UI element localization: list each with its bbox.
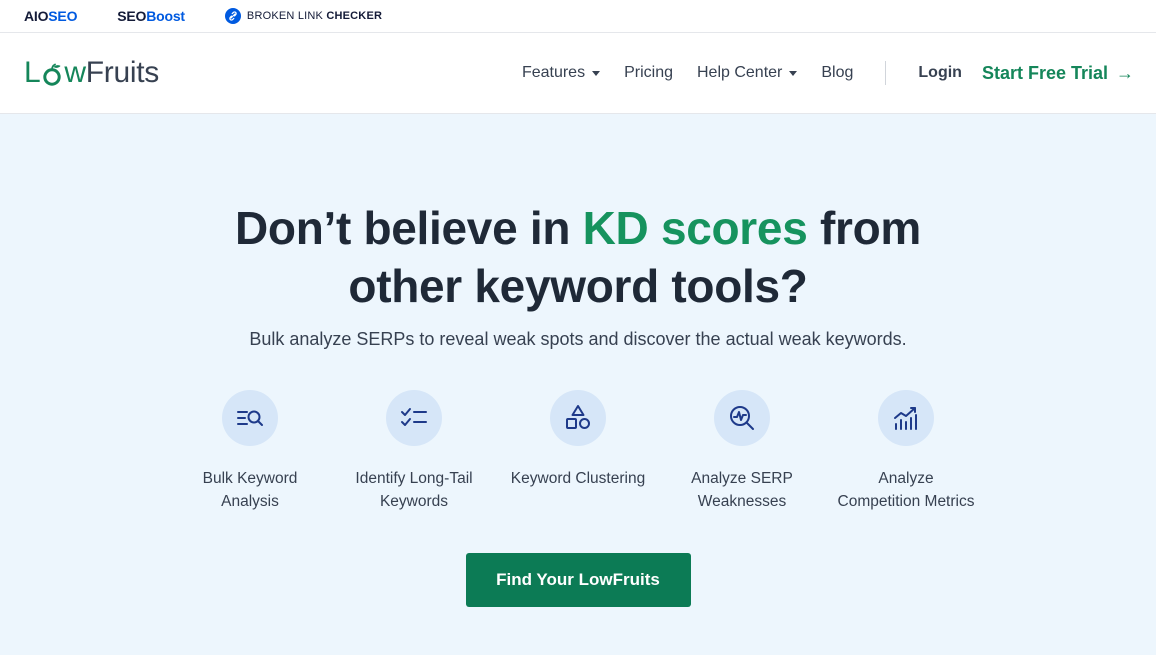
headline-accent: KD scores [582, 202, 808, 254]
trial-label: Start Free Trial [981, 62, 1108, 83]
feature-label-line2: Keywords [379, 493, 449, 510]
logo-part1: L [24, 56, 41, 89]
broken-link-checker-logo[interactable]: BROKEN LINK CHECKER [224, 8, 383, 24]
headline-pre: Don’t believe in [234, 202, 583, 254]
logo-part3: Fruits [85, 56, 160, 89]
aioseo-logo[interactable]: AIO SEO [24, 8, 77, 24]
start-free-trial-link[interactable]: Start Free Trial → [982, 63, 1134, 84]
login-link[interactable]: Login [918, 64, 962, 82]
nav-item-label: Features [521, 64, 586, 81]
list-search-icon [222, 390, 278, 446]
hero-headline: Don’t believe in KD scores from other ke… [0, 199, 1156, 315]
hero-subheading: Bulk analyze SERPs to reveal weak spots … [249, 329, 907, 349]
fruit-o-icon [41, 63, 63, 87]
seoboost-logo-part2: Boost [146, 8, 185, 24]
aioseo-logo-part2: SEO [48, 8, 78, 24]
feature-identify-long-tail-keywords: Identify Long-Tail Keywords [332, 390, 496, 513]
nav-item-blog[interactable]: Blog [821, 64, 853, 82]
trend-chart-icon [878, 390, 934, 446]
feature-label-line1: Keyword Clustering [510, 470, 646, 487]
logo-part2: w [64, 56, 86, 89]
feature-analyze-serp-weaknesses: Analyze SERP Weaknesses [660, 390, 824, 513]
feature-label: Analyze SERP Weaknesses [667, 467, 817, 513]
shapes-icon [550, 390, 606, 446]
feature-label-line1: Bulk Keyword [202, 470, 298, 487]
feature-keyword-clustering: Keyword Clustering [496, 390, 660, 513]
hero-section: Don’t believe in KD scores from other ke… [0, 114, 1156, 655]
chevron-down-icon [592, 70, 601, 76]
partner-bar: AIO SEO SEO Boost BROKEN LINK CHECKER [0, 0, 1156, 33]
nav-item-label: Pricing [624, 64, 673, 81]
blc-logo-part1: BROKEN LINK [246, 10, 327, 22]
nav-item-pricing[interactable]: Pricing [624, 64, 673, 82]
feature-label: Identify Long-Tail Keywords [339, 467, 489, 513]
feature-label-line2: Weaknesses [697, 493, 787, 510]
find-your-lowfruits-button[interactable]: Find Your LowFruits [465, 553, 691, 607]
nav-menu: Features Pricing Help Center Blog Login … [522, 61, 1134, 85]
feature-label-line1: Analyze [878, 470, 934, 487]
seoboost-logo[interactable]: SEO Boost [117, 8, 185, 24]
nav-divider [885, 61, 887, 85]
feature-bulk-keyword-analysis: Bulk Keyword Analysis [168, 390, 332, 513]
aioseo-logo-part1: AIO [24, 8, 49, 24]
feature-list: Bulk Keyword Analysis Identify Long-Tail… [0, 390, 1156, 513]
feature-label: Bulk Keyword Analysis [175, 467, 325, 513]
lowfruits-logo[interactable]: L w Fruits [24, 56, 159, 90]
feature-label-line2: Competition Metrics [837, 493, 975, 510]
nav-item-features[interactable]: Features [521, 64, 601, 82]
headline-post: from [807, 202, 921, 254]
feature-label: Keyword Clustering [503, 467, 653, 490]
feature-analyze-competition-metrics: Analyze Competition Metrics [824, 390, 988, 513]
feature-label-line1: Analyze SERP [691, 470, 793, 487]
feature-label-line2: Analysis [221, 493, 279, 510]
chevron-down-icon [789, 70, 798, 76]
feature-label: Analyze Competition Metrics [831, 467, 981, 513]
main-nav: L w Fruits Features Pricing Help Center B… [0, 33, 1156, 114]
blc-logo-part2: CHECKER [326, 10, 383, 22]
magnify-chart-icon [714, 390, 770, 446]
headline-line2: other keyword tools? [348, 260, 808, 312]
nav-item-label: Help Center [696, 64, 783, 81]
arrow-right-icon: → [1116, 62, 1134, 83]
checklist-icon [386, 390, 442, 446]
nav-item-label: Blog [821, 64, 854, 81]
link-icon [224, 8, 241, 24]
nav-item-help-center[interactable]: Help Center [696, 64, 798, 82]
seoboost-logo-part1: SEO [117, 8, 147, 24]
feature-label-line1: Identify Long-Tail [355, 470, 473, 487]
